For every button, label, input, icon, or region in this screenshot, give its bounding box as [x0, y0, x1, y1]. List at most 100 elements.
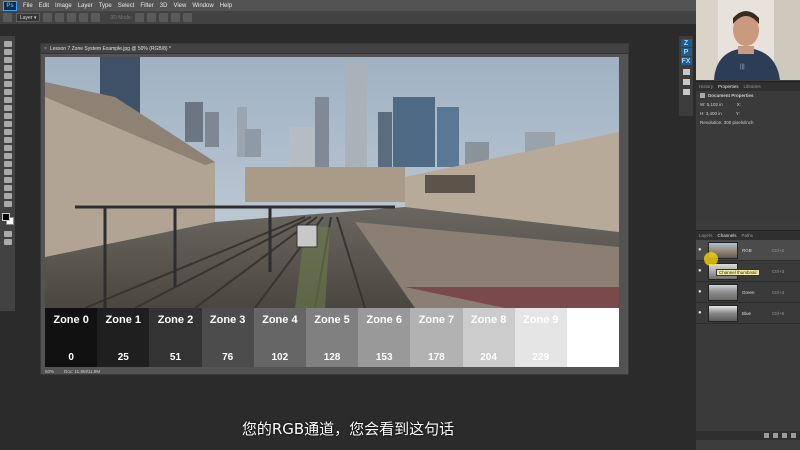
eye-icon[interactable]: ● [698, 268, 704, 274]
menu-edit[interactable]: Edit [39, 3, 49, 9]
marquee-tool-icon[interactable] [3, 49, 12, 55]
zone-value: 76 [222, 352, 234, 363]
zone-value: 0 [68, 352, 74, 363]
brush-tool-icon[interactable] [3, 97, 12, 103]
eye-icon[interactable]: ● [698, 310, 704, 316]
eye-icon[interactable]: ● [698, 289, 704, 295]
tab-channels[interactable]: Channels [718, 233, 737, 238]
quick-select-tool-icon[interactable] [3, 65, 12, 71]
document-title: Lesson 7 Zone System Example.jpg @ 50% (… [49, 45, 171, 52]
pen-tool-icon[interactable] [3, 153, 12, 159]
zone-plugin-p-icon[interactable]: P [680, 48, 692, 56]
history-brush-tool-icon[interactable] [3, 113, 12, 119]
tab-properties[interactable]: Properties [718, 84, 739, 89]
actions-panel-icon[interactable] [682, 89, 690, 95]
dodge-tool-icon[interactable] [3, 145, 12, 151]
screen-mode-icon[interactable] [3, 239, 12, 245]
3d-pan-icon[interactable] [159, 13, 169, 22]
shape-tool-icon[interactable] [3, 177, 12, 183]
blur-tool-icon[interactable] [3, 137, 12, 143]
menu-help[interactable]: Help [220, 3, 232, 9]
quick-mask-icon[interactable] [3, 231, 12, 237]
zone-label: Zone 6 [366, 314, 402, 326]
width-value[interactable]: 5,102 in [707, 102, 723, 107]
align-center-icon[interactable] [55, 13, 65, 22]
3d-rotate-icon[interactable] [135, 13, 145, 22]
channel-thumbnail[interactable] [708, 283, 738, 301]
zone-label: Zone 1 [105, 314, 141, 326]
type-tool-icon[interactable] [3, 161, 12, 167]
delete-channel-icon[interactable] [791, 433, 796, 438]
channel-thumbnail[interactable] [708, 304, 738, 322]
gradient-tool-icon[interactable] [3, 129, 12, 135]
cursor-highlight [704, 252, 718, 266]
tab-libraries[interactable]: Libraries [744, 84, 761, 89]
align-right-icon[interactable] [67, 13, 77, 22]
height-value[interactable]: 3,400 in [706, 111, 722, 116]
zone-value: 153 [375, 352, 393, 363]
menu-view[interactable]: View [173, 3, 186, 9]
zone-swatch: Zone 5 128 [305, 308, 359, 367]
menu-type[interactable]: Type [99, 3, 112, 9]
3d-mode-label: 3D Mode: [110, 14, 133, 21]
more-tools-icon[interactable] [3, 201, 12, 207]
load-selection-icon[interactable] [764, 433, 769, 438]
menu-select[interactable]: Select [118, 3, 135, 9]
video-subtitle: 您的RGB通道，您会看到这句话 [241, 420, 455, 438]
move-tool-icon[interactable] [3, 13, 12, 22]
tab-paths[interactable]: Paths [742, 233, 754, 238]
menu-bar: Ps File Edit Image Layer Type Select Fil… [0, 0, 800, 11]
image-canvas[interactable]: Zone 0 0 Zone 1 25 Zone 2 51 Zone 3 76 Zone … [45, 57, 619, 367]
move-tool-icon[interactable] [3, 41, 12, 47]
zone-label: Zone 8 [470, 314, 507, 326]
tab-history[interactable]: History [699, 84, 713, 89]
zoom-level[interactable]: 50% [45, 369, 54, 374]
hand-tool-icon[interactable] [3, 185, 12, 191]
zone-value: 51 [169, 352, 182, 363]
3d-scale-icon[interactable] [183, 13, 193, 22]
properties-panel: History Properties Libraries Document Pr… [696, 81, 800, 223]
menu-3d[interactable]: 3D [160, 3, 168, 9]
foreground-color-swatch[interactable] [1, 213, 10, 221]
3d-roll-icon[interactable] [147, 13, 157, 22]
menu-layer[interactable]: Layer [78, 3, 93, 9]
info-panel-icon[interactable] [682, 79, 690, 85]
doc-size[interactable]: Doc: 11.8M/11.8M [64, 369, 100, 374]
path-select-tool-icon[interactable] [3, 169, 12, 175]
zone-plugin-z-icon[interactable]: Z [680, 39, 692, 47]
eye-icon[interactable]: ● [698, 247, 704, 253]
close-icon[interactable]: × [44, 46, 47, 52]
crop-tool-icon[interactable] [3, 73, 12, 79]
zoom-tool-icon[interactable] [3, 193, 12, 199]
channel-shortcut: Ctrl+3 [772, 268, 785, 274]
color-swatches[interactable] [1, 213, 14, 225]
zone-label: Zone 7 [418, 314, 455, 326]
tooltip: Channel thumbnail [716, 269, 760, 276]
document-tab[interactable]: × Lesson 7 Zone System Example.jpg @ 50%… [41, 44, 628, 54]
channel-row-green[interactable]: ● Green Ctrl+4 [696, 282, 800, 303]
distribute-vertical-icon[interactable] [91, 13, 101, 22]
eyedropper-tool-icon[interactable] [3, 81, 12, 87]
align-left-icon[interactable] [43, 13, 53, 22]
channel-row-blue[interactable]: ● Blue Ctrl+5 [696, 303, 800, 324]
history-panel-icon[interactable] [682, 69, 690, 75]
distribute-icon[interactable] [79, 13, 89, 22]
options-bar: Layer ▾ 3D Mode: [0, 11, 696, 25]
channels-panel: Layers Channels Paths ● RGB Ctrl+2 ● Red… [696, 230, 800, 440]
lasso-tool-icon[interactable] [3, 57, 12, 63]
menu-image[interactable]: Image [55, 3, 72, 9]
save-selection-icon[interactable] [773, 433, 778, 438]
eraser-tool-icon[interactable] [3, 121, 12, 127]
stamp-tool-icon[interactable] [3, 105, 12, 111]
auto-select-dropdown[interactable]: Layer ▾ [16, 13, 41, 22]
zone-value: 255 [584, 352, 602, 363]
new-channel-icon[interactable] [782, 433, 787, 438]
menu-file[interactable]: File [23, 3, 33, 9]
menu-filter[interactable]: Filter [140, 3, 153, 9]
menu-window[interactable]: Window [192, 3, 213, 9]
3d-slide-icon[interactable] [171, 13, 181, 22]
healing-tool-icon[interactable] [3, 89, 12, 95]
tab-layers[interactable]: Layers [699, 233, 713, 238]
zone-label: Zone 3 [209, 314, 246, 326]
zone-plugin-fx-icon[interactable]: FX [680, 57, 692, 65]
